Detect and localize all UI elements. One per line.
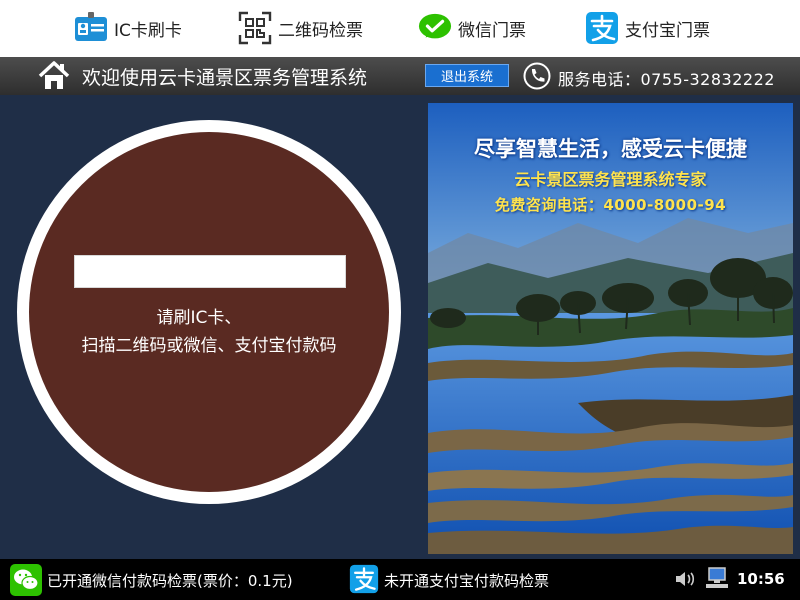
top-tab-bar: IC卡刷卡 二维码检票 微信门票 支付宝门票 <box>0 0 800 57</box>
card-input[interactable] <box>74 255 346 288</box>
service-phone: 服务电话：0755-32832222 <box>558 70 775 89</box>
logout-button[interactable]: 退出系统 <box>425 64 509 87</box>
clock: 10:56 <box>737 570 785 588</box>
alipay-status-icon <box>349 564 381 596</box>
alipay-icon <box>585 11 619 45</box>
tab-alipay-ticket-label: 支付宝门票 <box>625 20 710 41</box>
prompt-line-1-text: 请刷IC卡、 <box>156 308 242 328</box>
status-bar: 已开通微信付款码检票(票价：0.1元) 未开通支付宝付款码检票 10:56 <box>0 559 800 600</box>
tab-alipay-ticket[interactable]: 支付宝门票 <box>585 8 710 48</box>
tab-qr-check[interactable]: 二维码检票 <box>238 8 363 48</box>
tab-wechat-ticket[interactable]: 微信门票 <box>418 8 526 48</box>
home-icon[interactable] <box>38 60 70 92</box>
tab-wechat-ticket-label: 微信门票 <box>458 20 526 41</box>
tab-qr-check-label: 二维码检票 <box>278 20 363 41</box>
page-title: 欢迎使用云卡通景区票务管理系统 <box>82 67 368 89</box>
phone-icon <box>523 62 551 90</box>
wechat-check-icon <box>418 11 452 45</box>
promo-banner: 尽享智慧生活，感受云卡便捷 云卡景区票务管理系统专家 免费咨询电话：4000-8… <box>428 103 793 554</box>
banner-hotline: 免费咨询电话：4000-8000-94 <box>494 196 727 214</box>
banner-subtitle: 云卡景区票务管理系统专家 <box>514 170 707 189</box>
wechat-icon <box>10 564 42 596</box>
prompt-line-1: 请刷IC卡、 <box>0 303 418 328</box>
network-icon[interactable] <box>704 566 730 592</box>
speaker-icon[interactable] <box>673 567 697 591</box>
ic-card-icon <box>74 11 108 45</box>
tab-ic-card-label: IC卡刷卡 <box>114 20 182 41</box>
alipay-status: 未开通支付宝付款码检票 <box>384 572 550 590</box>
header-bar: 欢迎使用云卡通景区票务管理系统 退出系统 服务电话：0755-32832222 <box>0 57 800 95</box>
wechat-status: 已开通微信付款码检票(票价：0.1元) <box>47 572 293 590</box>
prompt-line-2: 扫描二维码或微信、支付宝付款码 <box>81 336 337 356</box>
tab-ic-card[interactable]: IC卡刷卡 <box>74 8 182 48</box>
banner-slogan: 尽享智慧生活，感受云卡便捷 <box>474 137 747 161</box>
qr-scan-icon <box>238 11 272 45</box>
